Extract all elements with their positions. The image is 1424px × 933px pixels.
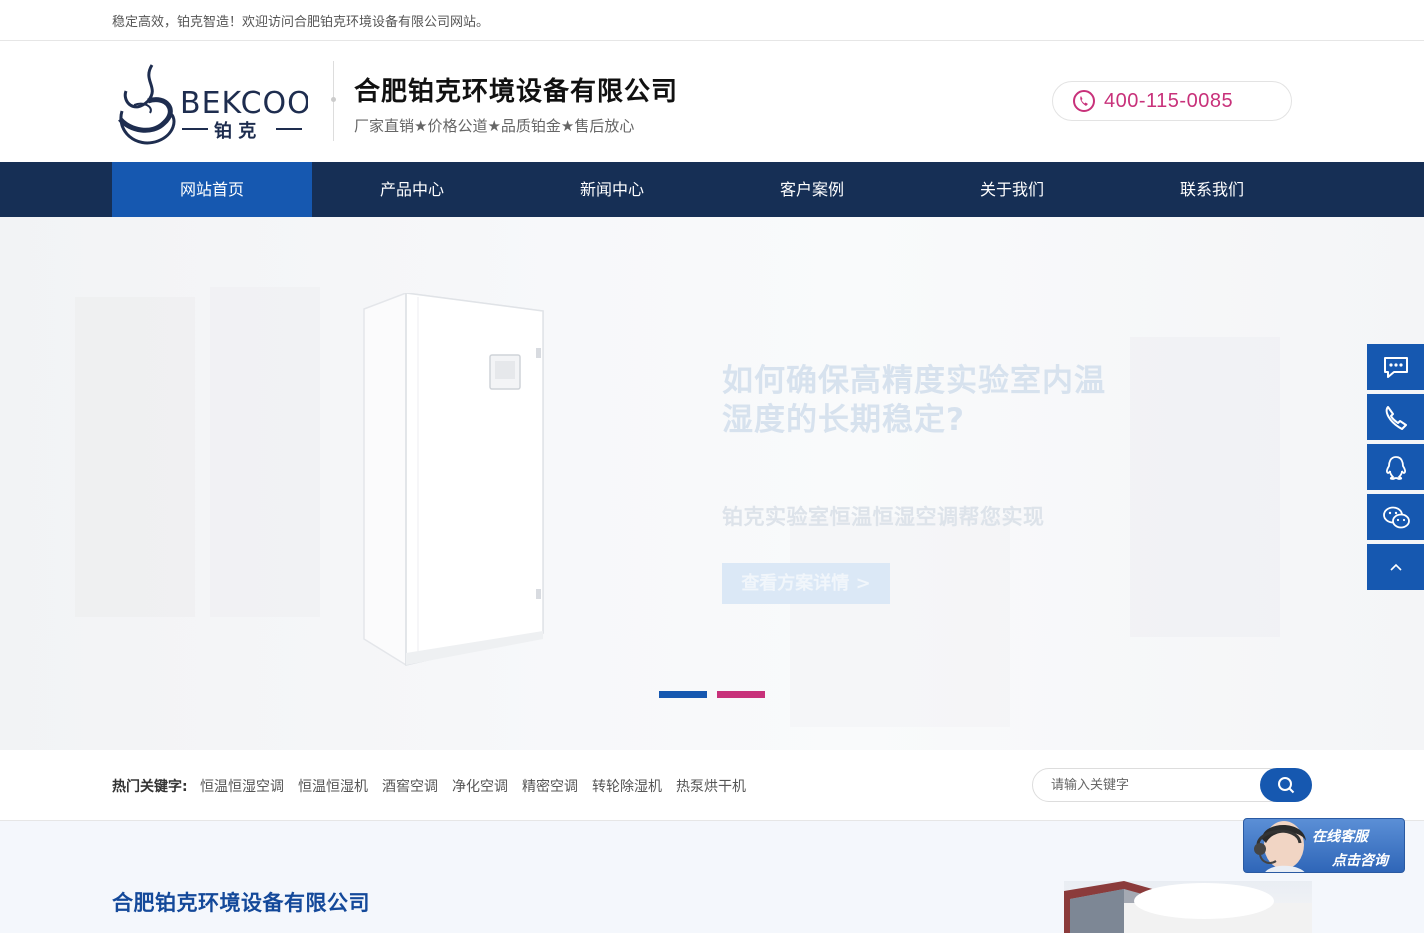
- slide-indicator-1[interactable]: [659, 691, 707, 698]
- hotline-box[interactable]: 400-115-0085: [1052, 81, 1292, 121]
- divider-dot: [331, 97, 336, 102]
- hero-banner[interactable]: 如何确保高精度实验室内温湿度的长期稳定? 铂克实验室恒温恒湿空调帮您实现 查看方…: [0, 217, 1424, 750]
- air-conditioner-cabinet-image: [363, 293, 544, 666]
- view-solution-button[interactable]: 查看方案详情 >: [722, 563, 890, 604]
- back-to-top-icon: [1390, 563, 1402, 571]
- side-phone-button[interactable]: [1367, 394, 1424, 440]
- nav-item-home[interactable]: 网站首页: [112, 162, 312, 217]
- side-wechat-button[interactable]: [1367, 494, 1424, 540]
- chat-icon: [1384, 357, 1408, 378]
- side-chat-button[interactable]: [1367, 344, 1424, 390]
- company-name: 合肥铂克环境设备有限公司: [354, 77, 679, 107]
- company-building-image: [1064, 881, 1312, 933]
- slide-indicator-2[interactable]: [717, 691, 765, 698]
- company-logo[interactable]: BEKCOO 铂 克: [112, 61, 311, 151]
- back-to-top-button[interactable]: [1367, 544, 1424, 590]
- qq-icon: [1386, 456, 1406, 480]
- keyword-link[interactable]: 净化空调: [452, 776, 508, 796]
- banner-title: 如何确保高精度实验室内温湿度的长期稳定?: [722, 363, 1106, 438]
- main-nav: 网站首页 产品中心 新闻中心 客户案例 关于我们 联系我们: [0, 162, 1424, 217]
- company-slogan: 厂家直销★价格公道★品质铂金★售后放心: [354, 117, 635, 135]
- section-title: 合肥铂克环境设备有限公司: [112, 891, 370, 915]
- nav-item-cases[interactable]: 客户案例: [712, 162, 912, 217]
- side-qq-button[interactable]: [1367, 444, 1424, 490]
- page: 稳定高效，铂克智造！欢迎访问合肥铂克环境设备有限公司网站。 BEKCOO 铂 克…: [0, 0, 1424, 933]
- keyword-link[interactable]: 精密空调: [522, 776, 578, 796]
- background-cabinet-left: [75, 297, 195, 617]
- background-cabinet-left-2: [210, 287, 320, 617]
- keyword-link[interactable]: 恒温恒湿机: [298, 776, 368, 796]
- banner-subtitle: 铂克实验室恒温恒湿空调帮您实现: [722, 505, 1045, 529]
- phone-icon: [1073, 90, 1095, 112]
- keyword-link[interactable]: 酒窖空调: [382, 776, 438, 796]
- nav-item-contact[interactable]: 联系我们: [1112, 162, 1312, 217]
- wechat-icon: [1383, 506, 1410, 529]
- nav-item-products[interactable]: 产品中心: [312, 162, 512, 217]
- company-intro-section: 合肥铂克环境设备有限公司: [0, 821, 1424, 933]
- keyword-link[interactable]: 转轮除湿机: [592, 776, 662, 796]
- hot-keywords-label: 热门关键字:: [112, 779, 188, 795]
- top-bar: 稳定高效，铂克智造！欢迎访问合肥铂克环境设备有限公司网站。: [0, 0, 1424, 41]
- nav-item-news[interactable]: 新闻中心: [512, 162, 712, 217]
- service-label: 在线客服: [1312, 829, 1368, 845]
- hotline-number[interactable]: 400-115-0085: [1104, 90, 1233, 113]
- online-service-widget[interactable]: 在线客服 点击咨询: [1243, 818, 1405, 873]
- search-button[interactable]: [1260, 768, 1312, 802]
- hot-keywords-bar: 热门关键字: 恒温恒湿空调 恒温恒湿机 酒窖空调 净化空调 精密空调 转轮除湿机…: [0, 750, 1424, 821]
- background-unit-center: [790, 517, 1010, 727]
- background-unit-right: [1130, 337, 1280, 637]
- logo-chinese: 铂 克: [214, 120, 256, 142]
- search-input[interactable]: [1051, 775, 1251, 795]
- keyword-link[interactable]: 热泵烘干机: [676, 776, 746, 796]
- agent-avatar-icon: [1254, 821, 1306, 872]
- service-action: 点击咨询: [1332, 853, 1388, 869]
- search-icon: [1278, 777, 1295, 794]
- welcome-text: 稳定高效，铂克智造！欢迎访问合肥铂克环境设备有限公司网站。: [112, 15, 490, 30]
- logo-wordmark: BEKCOO: [180, 86, 308, 121]
- nav-item-about[interactable]: 关于我们: [912, 162, 1112, 217]
- header: BEKCOO 铂 克 合肥铂克环境设备有限公司 厂家直销★价格公道★品质铂金★售…: [0, 41, 1424, 162]
- keyword-link[interactable]: 恒温恒湿空调: [200, 776, 284, 796]
- phone-icon: [1385, 406, 1407, 430]
